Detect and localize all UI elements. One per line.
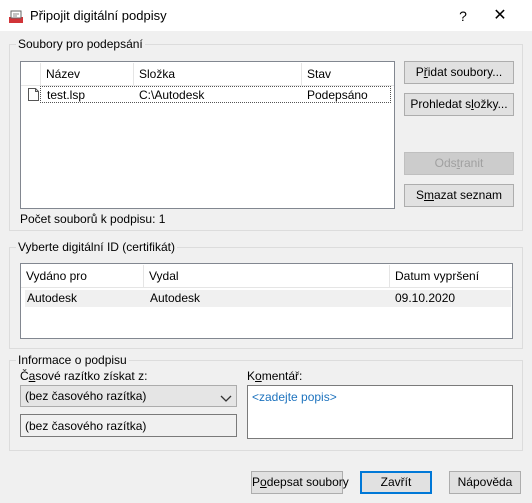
column-header-folder[interactable]: Složka [134,63,302,85]
remove-label-rest: ranit [460,156,484,170]
clear-list-button[interactable]: Smazat seznam [404,184,514,207]
comment-placeholder: <zadejte popis> [252,390,337,404]
column-header-expiry[interactable]: Datum vypršení [390,265,512,287]
sign-files-accel: o [260,475,267,489]
search-folders-label: Prohledat s [410,97,472,111]
comment-label-accel: o [255,369,262,383]
comment-field[interactable]: <zadejte popis> [247,385,513,439]
close-button[interactable]: Zavřít [360,471,432,494]
chevron-down-icon [220,392,232,402]
search-folders-button[interactable]: Prohledat složky... [404,93,514,116]
help-icon[interactable]: ? [448,5,478,27]
timestamp-select[interactable]: (bez časového razítka) [20,385,237,407]
file-folder: C:\Autodesk [139,88,205,102]
file-status: Podepsáno [307,88,368,102]
column-header-issued-to[interactable]: Vydáno pro [21,265,144,287]
clear-list-accel: m [423,188,434,202]
files-group-title: Soubory pro podepsání [16,37,145,51]
timestamp-label-text: Č [20,369,29,383]
timestamp-readonly-field: (bez časového razítka) [20,414,237,437]
remove-button[interactable]: Odstranit [404,152,514,175]
file-icon [28,88,39,101]
app-icon [8,8,24,24]
timestamp-readonly-value: (bez časového razítka) [25,419,147,433]
timestamp-label-rest: sové razítko získat z: [35,369,148,383]
files-header-spacer [21,63,41,85]
cert-issued-to: Autodesk [27,291,78,305]
comment-label-rest: mentář: [261,369,303,383]
digital-id-group-title: Vyberte digitální ID (certifikát) [16,240,177,254]
window-title: Připojit digitální podpisy [30,8,167,23]
column-header-status[interactable]: Stav [302,63,394,85]
certificate-list[interactable]: Vydáno pro Vydal Datum vypršení Autodesk… [20,263,513,339]
table-row[interactable]: test.lsp C:\Autodesk Podepsáno [40,86,391,103]
cert-issued-by: Autodesk [150,291,201,305]
clear-list-label-rest: azat seznam [433,188,503,202]
column-header-issued-by[interactable]: Vydal [144,265,390,287]
sign-files-label: P [252,475,261,489]
clear-list-label: S [415,188,424,202]
add-files-label: P [415,65,424,79]
help-button[interactable]: Nápověda [449,471,521,494]
column-header-name[interactable]: Název [41,63,134,85]
timestamp-label: Časové razítko získat z: [20,369,147,383]
search-folders-label-rest: ožky... [473,97,508,111]
sign-files-label-rest: depsat soubory [266,475,349,489]
table-row[interactable]: Autodesk Autodesk 09.10.2020 [25,290,511,307]
comment-label: Komentář: [247,369,302,383]
close-icon[interactable]: ✕ [485,5,515,27]
files-list[interactable]: Název Složka Stav test.lsp C:\Autodesk P… [20,61,395,209]
comment-label-text: K [247,369,256,383]
remove-label: Ods [434,156,457,170]
signature-info-group-title: Informace o podpisu [16,353,129,367]
add-files-label-rest: idat soubory... [427,65,503,79]
timestamp-select-value: (bez časového razítka) [25,389,147,403]
sign-files-button[interactable]: Podepsat soubory [251,471,349,494]
files-count: Počet souborů k podpisu: 1 [20,212,166,226]
cert-expiry: 09.10.2020 [395,291,456,305]
file-name: test.lsp [47,88,86,102]
add-files-button[interactable]: Přidat soubory... [404,61,514,84]
